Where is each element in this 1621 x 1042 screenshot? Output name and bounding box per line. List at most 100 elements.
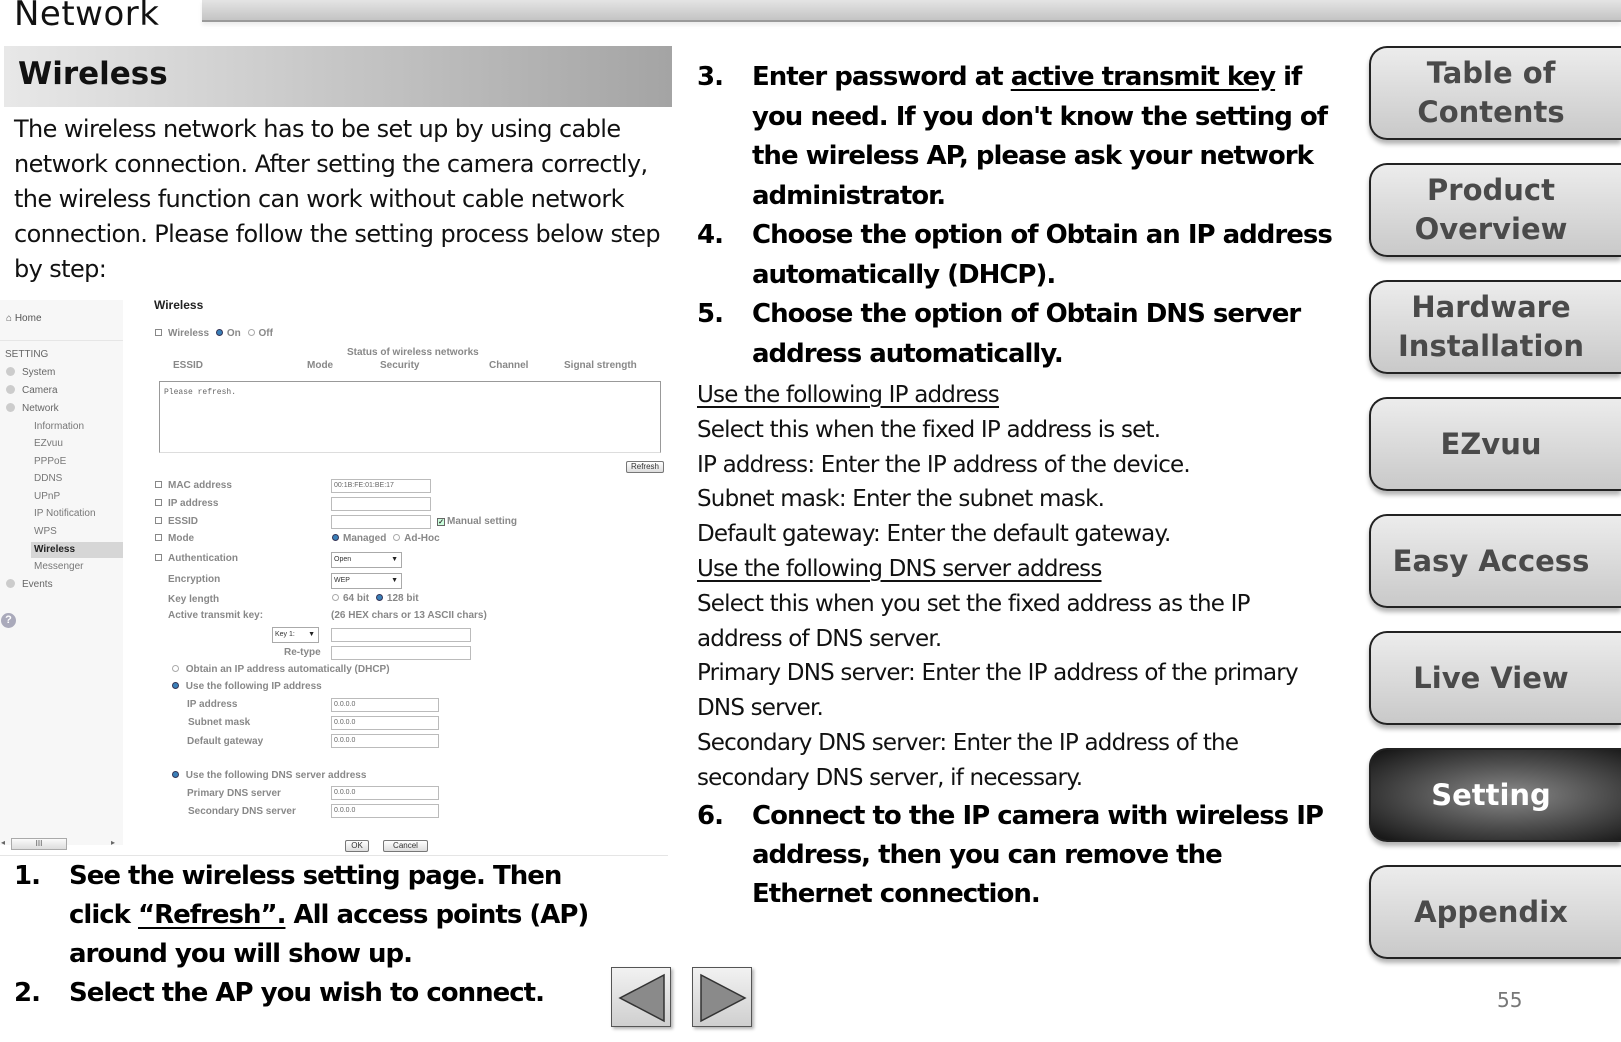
auth-select[interactable]: Open bbox=[331, 552, 402, 568]
nav-product-overview[interactable]: Product Overview bbox=[1369, 163, 1621, 257]
dhcp-option[interactable]: Obtain an IP address automatically (DHCP… bbox=[168, 664, 390, 675]
gateway-label: Default gateway bbox=[187, 736, 264, 747]
page-number: 55 bbox=[1497, 988, 1523, 1012]
title-bar bbox=[202, 0, 1621, 22]
wireless-off-radio[interactable] bbox=[247, 329, 255, 336]
network-list[interactable]: Please refresh. bbox=[159, 381, 661, 453]
enc-select[interactable]: WEP bbox=[331, 573, 402, 589]
intro-paragraph: The wireless network has to be set up by… bbox=[14, 115, 661, 283]
mode-radio-group: Managed Ad-Hoc bbox=[328, 533, 440, 544]
ip-address-label: IP address bbox=[187, 699, 238, 710]
sidebar-sub-pppoe[interactable]: PPPoE bbox=[34, 456, 66, 467]
list-placeholder: Please refresh. bbox=[164, 388, 237, 397]
ip-note: IP address: Enter the IP address of the … bbox=[697, 451, 1191, 478]
nav-setting[interactable]: Setting bbox=[1369, 748, 1621, 842]
cancel-button[interactable]: Cancel bbox=[383, 840, 428, 852]
step-number: 4. bbox=[697, 220, 724, 250]
ip-label: IP address bbox=[155, 498, 218, 509]
primary-dns-field[interactable]: 0.0.0.0 bbox=[331, 786, 439, 800]
step-number: 2. bbox=[14, 978, 41, 1008]
mac-field[interactable]: 00:1B:FE:01:BE:17 bbox=[331, 479, 431, 493]
sidebar-sub-ip-notification[interactable]: IP Notification bbox=[34, 508, 96, 519]
dns-heading: Use the following DNS server address bbox=[697, 555, 1102, 582]
nav-ezvuu[interactable]: EZvuu bbox=[1369, 397, 1621, 491]
sidebar-sub-wireless[interactable]: Wireless bbox=[31, 542, 123, 558]
sidebar-sub-wps[interactable]: WPS bbox=[34, 526, 57, 537]
steps-left: 1. See the wireless setting page. Then c… bbox=[14, 857, 624, 1013]
sidebar-sub-ezvuu[interactable]: EZvuu bbox=[34, 438, 63, 449]
step-3: 3. Enter password at active transmit key… bbox=[697, 58, 1337, 216]
sidebar-setting-label: SETTING bbox=[5, 349, 49, 360]
refresh-button[interactable]: Refresh bbox=[626, 461, 664, 473]
dns-note: Secondary DNS server: Enter the IP addre… bbox=[697, 729, 1239, 791]
secondary-dns-field[interactable]: 0.0.0.0 bbox=[331, 804, 439, 818]
mode-label: Mode bbox=[155, 533, 194, 544]
secondary-dns-label: Secondary DNS server bbox=[188, 806, 296, 817]
keylen-label: Key length bbox=[168, 594, 220, 605]
column-mode: Mode bbox=[307, 360, 334, 371]
gateway-field[interactable]: 0.0.0.0 bbox=[331, 734, 439, 748]
nav-appendix[interactable]: Appendix bbox=[1369, 865, 1621, 959]
scroll-thumb[interactable]: III bbox=[11, 838, 67, 850]
scroll-left-icon[interactable]: ◂ bbox=[1, 838, 5, 847]
manual-setting-checkbox[interactable]: ✓ Manual setting bbox=[437, 516, 517, 527]
key128-radio[interactable] bbox=[375, 594, 383, 601]
sidebar-sub-upnp[interactable]: UPnP bbox=[34, 491, 60, 502]
ok-button[interactable]: OK bbox=[345, 840, 369, 852]
retype-field[interactable] bbox=[331, 646, 471, 660]
section-title: Wireless bbox=[18, 56, 168, 92]
dns-radio[interactable] bbox=[172, 771, 179, 778]
dns-option[interactable]: Use the following DNS server address bbox=[168, 770, 366, 781]
nav-easy-access[interactable]: Easy Access bbox=[1369, 514, 1621, 608]
next-page-button[interactable] bbox=[692, 967, 752, 1027]
prev-page-button[interactable] bbox=[611, 967, 671, 1027]
ip-address-field[interactable]: 0.0.0.0 bbox=[331, 698, 439, 712]
checkbox-icon: ✓ bbox=[437, 518, 445, 526]
key-select[interactable]: Key 1: bbox=[272, 627, 319, 643]
static-ip-radio[interactable] bbox=[172, 682, 179, 689]
step-1: 1. See the wireless setting page. Then c… bbox=[14, 857, 624, 974]
wireless-on-radio[interactable] bbox=[215, 329, 223, 336]
home-icon: ⌂ bbox=[6, 313, 15, 324]
ip-note: Subnet mask: Enter the subnet mask. bbox=[697, 486, 1105, 513]
column-essid: ESSID bbox=[173, 360, 204, 371]
sidebar-sub-ddns[interactable]: DDNS bbox=[34, 473, 62, 484]
expand-icon bbox=[6, 385, 15, 394]
notes: Use the following IP address Select this… bbox=[697, 378, 1337, 796]
section-header: Wireless bbox=[4, 46, 672, 107]
subnet-field[interactable]: 0.0.0.0 bbox=[331, 716, 439, 730]
page-title: Network bbox=[14, 0, 160, 34]
dhcp-radio[interactable] bbox=[172, 665, 179, 672]
right-triangle-icon bbox=[700, 973, 747, 1023]
ip-field[interactable] bbox=[331, 497, 431, 511]
expand-icon bbox=[6, 579, 15, 588]
dns-note: Select this when you set the fixed addre… bbox=[697, 590, 1250, 652]
sidebar-item-system[interactable]: System bbox=[6, 367, 55, 378]
essid-label: ESSID bbox=[155, 516, 198, 527]
sidebar-sub-messenger[interactable]: Messenger bbox=[34, 561, 83, 572]
nav-hardware-installation[interactable]: Hardware Installation bbox=[1369, 280, 1621, 374]
nav-live-view[interactable]: Live View bbox=[1369, 631, 1621, 725]
active-transmit-key-reference: active transmit key bbox=[1010, 62, 1276, 92]
column-channel: Channel bbox=[489, 360, 529, 371]
help-icon[interactable]: ? bbox=[1, 613, 16, 628]
mode-managed-radio[interactable] bbox=[332, 534, 339, 541]
active-key-label: Active transmit key: bbox=[168, 610, 264, 621]
static-ip-option[interactable]: Use the following IP address bbox=[168, 681, 322, 692]
horizontal-scrollbar[interactable]: ◂ III ▸ bbox=[0, 838, 123, 850]
steps-right: 3. Enter password at active transmit key… bbox=[697, 58, 1337, 374]
sidebar-sub-information[interactable]: Information bbox=[34, 421, 84, 432]
key64-radio[interactable] bbox=[332, 594, 339, 601]
nav-table-of-contents[interactable]: Table of Contents bbox=[1369, 46, 1621, 140]
sidebar-item-events[interactable]: Events bbox=[6, 579, 53, 590]
sidebar-home[interactable]: ⌂ Home bbox=[6, 313, 42, 324]
collapse-icon bbox=[6, 403, 15, 412]
key-field[interactable] bbox=[331, 628, 471, 642]
essid-field[interactable] bbox=[331, 515, 431, 529]
scroll-right-icon[interactable]: ▸ bbox=[111, 838, 115, 847]
active-key-hint: (26 HEX chars or 13 ASCII chars) bbox=[331, 610, 487, 621]
sidebar-item-network[interactable]: Network bbox=[6, 403, 59, 414]
sidebar-item-camera[interactable]: Camera bbox=[6, 385, 58, 396]
mac-label: MAC address bbox=[155, 480, 232, 491]
mode-adhoc-radio[interactable] bbox=[393, 534, 401, 541]
